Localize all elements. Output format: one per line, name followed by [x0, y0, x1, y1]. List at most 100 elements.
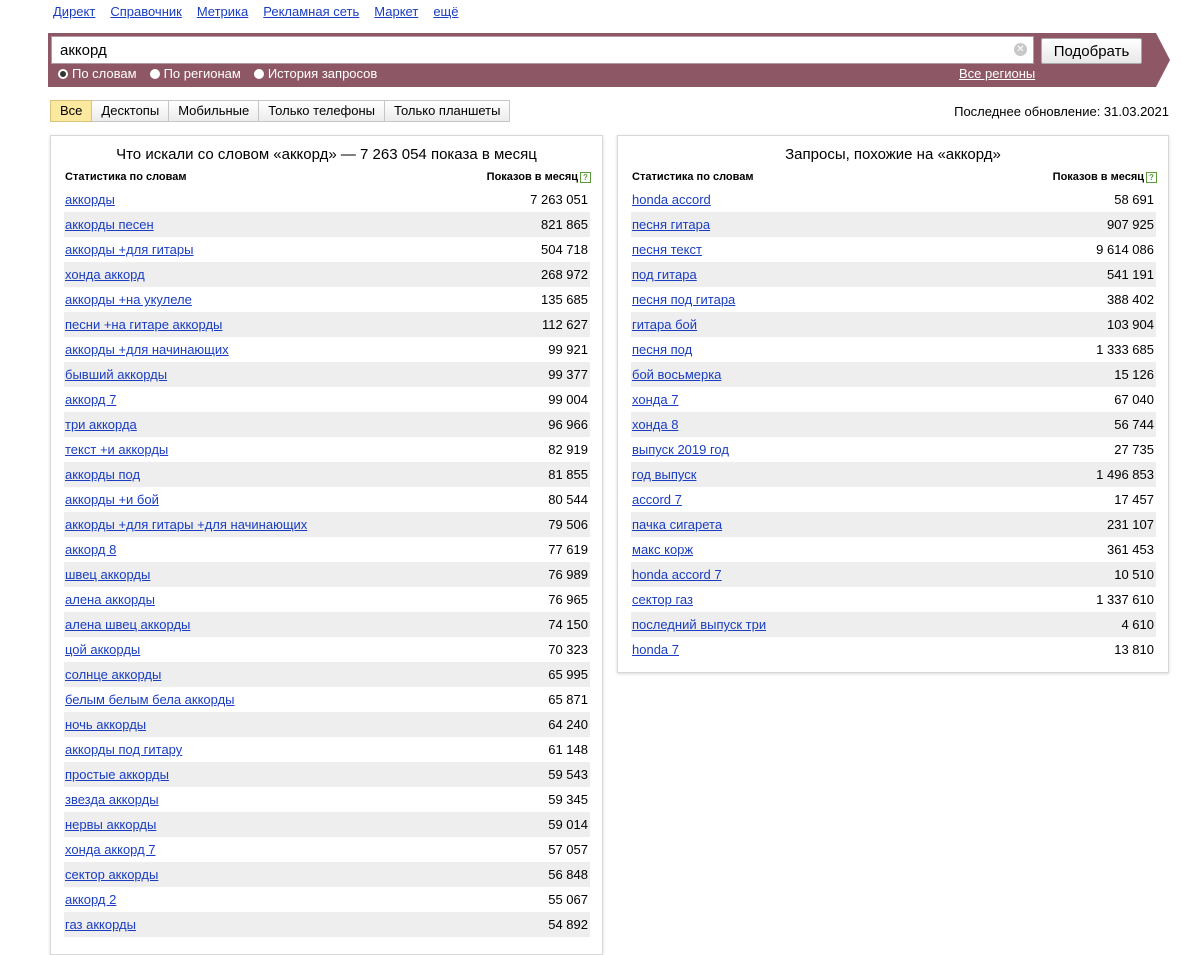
tab-desktops[interactable]: Десктопы: [92, 100, 170, 122]
query-link[interactable]: год выпуск: [632, 467, 696, 482]
query-link[interactable]: звезда аккорды: [65, 792, 159, 807]
query-link[interactable]: аккорды +и бой: [65, 492, 159, 507]
query-link[interactable]: песня под гитара: [632, 292, 735, 307]
query-link[interactable]: песня гитара: [632, 217, 710, 232]
tab-phones-only[interactable]: Только телефоны: [259, 100, 386, 122]
table-row: аккорды +на укулеле 135 685: [64, 287, 590, 312]
table-row: аккорды +и бой 80 544: [64, 487, 590, 512]
clear-icon[interactable]: ✕: [1014, 43, 1027, 56]
radio-selected-icon[interactable]: [58, 68, 68, 79]
all-regions-link[interactable]: Все регионы: [959, 66, 1035, 81]
query-link[interactable]: хонда 8: [632, 417, 678, 432]
query-link[interactable]: аккорд 2: [65, 892, 116, 907]
tab-all[interactable]: Все: [50, 100, 93, 122]
radio-icon[interactable]: [253, 68, 264, 79]
shows-count: 504 718: [541, 242, 588, 257]
radio-by-regions[interactable]: По регионам: [149, 66, 241, 81]
query-link[interactable]: аккорд 7: [65, 392, 116, 407]
shows-count: 96 966: [548, 417, 588, 432]
nav-link-spravochnik[interactable]: Справочник: [110, 4, 182, 19]
shows-count: 4 610: [1121, 617, 1154, 632]
radio-icon[interactable]: [149, 68, 160, 79]
nav-link-ad-network[interactable]: Рекламная сеть: [263, 4, 359, 19]
table-row: макс корж 361 453: [631, 537, 1156, 562]
query-link[interactable]: бывший аккорды: [65, 367, 167, 382]
shows-count: 388 402: [1107, 292, 1154, 307]
query-link[interactable]: белым белым бела аккорды: [65, 692, 235, 707]
nav-link-metrika[interactable]: Метрика: [197, 4, 248, 19]
search-input[interactable]: [51, 36, 1034, 64]
query-link[interactable]: цой аккорды: [65, 642, 140, 657]
query-link[interactable]: солнце аккорды: [65, 667, 161, 682]
query-link[interactable]: honda accord 7: [632, 567, 722, 582]
query-link[interactable]: алена швец аккорды: [65, 617, 190, 632]
query-link[interactable]: три аккорда: [65, 417, 137, 432]
query-link[interactable]: honda 7: [632, 642, 679, 657]
tab-mobile[interactable]: Мобильные: [169, 100, 260, 122]
query-link[interactable]: аккорды под: [65, 467, 140, 482]
nav-link-market[interactable]: Маркет: [374, 4, 418, 19]
shows-count: 99 004: [548, 392, 588, 407]
table-row: аккорды под гитару 61 148: [64, 737, 590, 762]
query-link[interactable]: сектор газ: [632, 592, 693, 607]
query-link[interactable]: текст +и аккорды: [65, 442, 168, 457]
query-link[interactable]: аккорды под гитару: [65, 742, 182, 757]
query-link[interactable]: швец аккорды: [65, 567, 150, 582]
query-link[interactable]: аккорды +на укулеле: [65, 292, 192, 307]
table-row: песня под гитара 388 402: [631, 287, 1156, 312]
query-link[interactable]: последний выпуск три: [632, 617, 766, 632]
query-link[interactable]: песни +на гитаре аккорды: [65, 317, 222, 332]
query-link[interactable]: аккорды +для гитары: [65, 242, 193, 257]
query-link[interactable]: простые аккорды: [65, 767, 169, 782]
query-link[interactable]: макс корж: [632, 542, 693, 557]
shows-count: 64 240: [548, 717, 588, 732]
query-link[interactable]: пачка сигарета: [632, 517, 722, 532]
nav-link-direct[interactable]: Директ: [53, 4, 95, 19]
query-link[interactable]: бой восьмерка: [632, 367, 721, 382]
query-link[interactable]: песня под: [632, 342, 692, 357]
submit-button[interactable]: Подобрать: [1041, 38, 1142, 64]
query-link[interactable]: аккорды +для гитары +для начинающих: [65, 517, 307, 532]
table-row: песня текст 9 614 086: [631, 237, 1156, 262]
query-link[interactable]: хонда аккорд 7: [65, 842, 156, 857]
search-band-arrow: [1156, 33, 1170, 87]
query-link[interactable]: выпуск 2019 год: [632, 442, 729, 457]
shows-count: 821 865: [541, 217, 588, 232]
query-link[interactable]: аккорды песен: [65, 217, 154, 232]
shows-count: 82 919: [548, 442, 588, 457]
radio-by-words[interactable]: По словам: [58, 66, 137, 81]
query-link[interactable]: алена аккорды: [65, 592, 155, 607]
shows-count: 541 191: [1107, 267, 1154, 282]
table-row: гитара бой 103 904: [631, 312, 1156, 337]
query-link[interactable]: песня текст: [632, 242, 702, 257]
table-row: выпуск 2019 год 27 735: [631, 437, 1156, 462]
table-row: песня под 1 333 685: [631, 337, 1156, 362]
panel-title: Запросы, похожие на «аккорд»: [785, 146, 1001, 163]
query-link[interactable]: хонда аккорд: [65, 267, 145, 282]
query-link[interactable]: ночь аккорды: [65, 717, 146, 732]
tab-tablets-only[interactable]: Только планшеты: [385, 100, 511, 122]
radio-history[interactable]: История запросов: [253, 66, 377, 81]
query-link[interactable]: аккорд 8: [65, 542, 116, 557]
query-link[interactable]: нервы аккорды: [65, 817, 156, 832]
search-mode-radios: По словам По регионам История запросов: [58, 66, 390, 81]
help-icon[interactable]: ?: [580, 172, 591, 183]
table-row: швец аккорды 76 989: [64, 562, 590, 587]
nav-link-more[interactable]: ещё: [433, 4, 458, 19]
shows-count: 59 543: [548, 767, 588, 782]
query-link[interactable]: honda accord: [632, 192, 711, 207]
query-link[interactable]: гитара бой: [632, 317, 697, 332]
query-link[interactable]: accord 7: [632, 492, 682, 507]
query-link[interactable]: аккорды +для начинающих: [65, 342, 229, 357]
query-link[interactable]: газ аккорды: [65, 917, 136, 932]
query-link[interactable]: хонда 7: [632, 392, 678, 407]
shows-count: 79 506: [548, 517, 588, 532]
table-row: аккорд 7 99 004: [64, 387, 590, 412]
query-link[interactable]: сектор аккорды: [65, 867, 158, 882]
query-link[interactable]: под гитара: [632, 267, 697, 282]
table-row: белым белым бела аккорды 65 871: [64, 687, 590, 712]
help-icon[interactable]: ?: [1146, 172, 1157, 183]
query-link[interactable]: аккорды: [65, 192, 115, 207]
shows-count: 76 989: [548, 567, 588, 582]
panel-title: Что искали со словом «аккорд» — 7 263 05…: [116, 146, 537, 163]
